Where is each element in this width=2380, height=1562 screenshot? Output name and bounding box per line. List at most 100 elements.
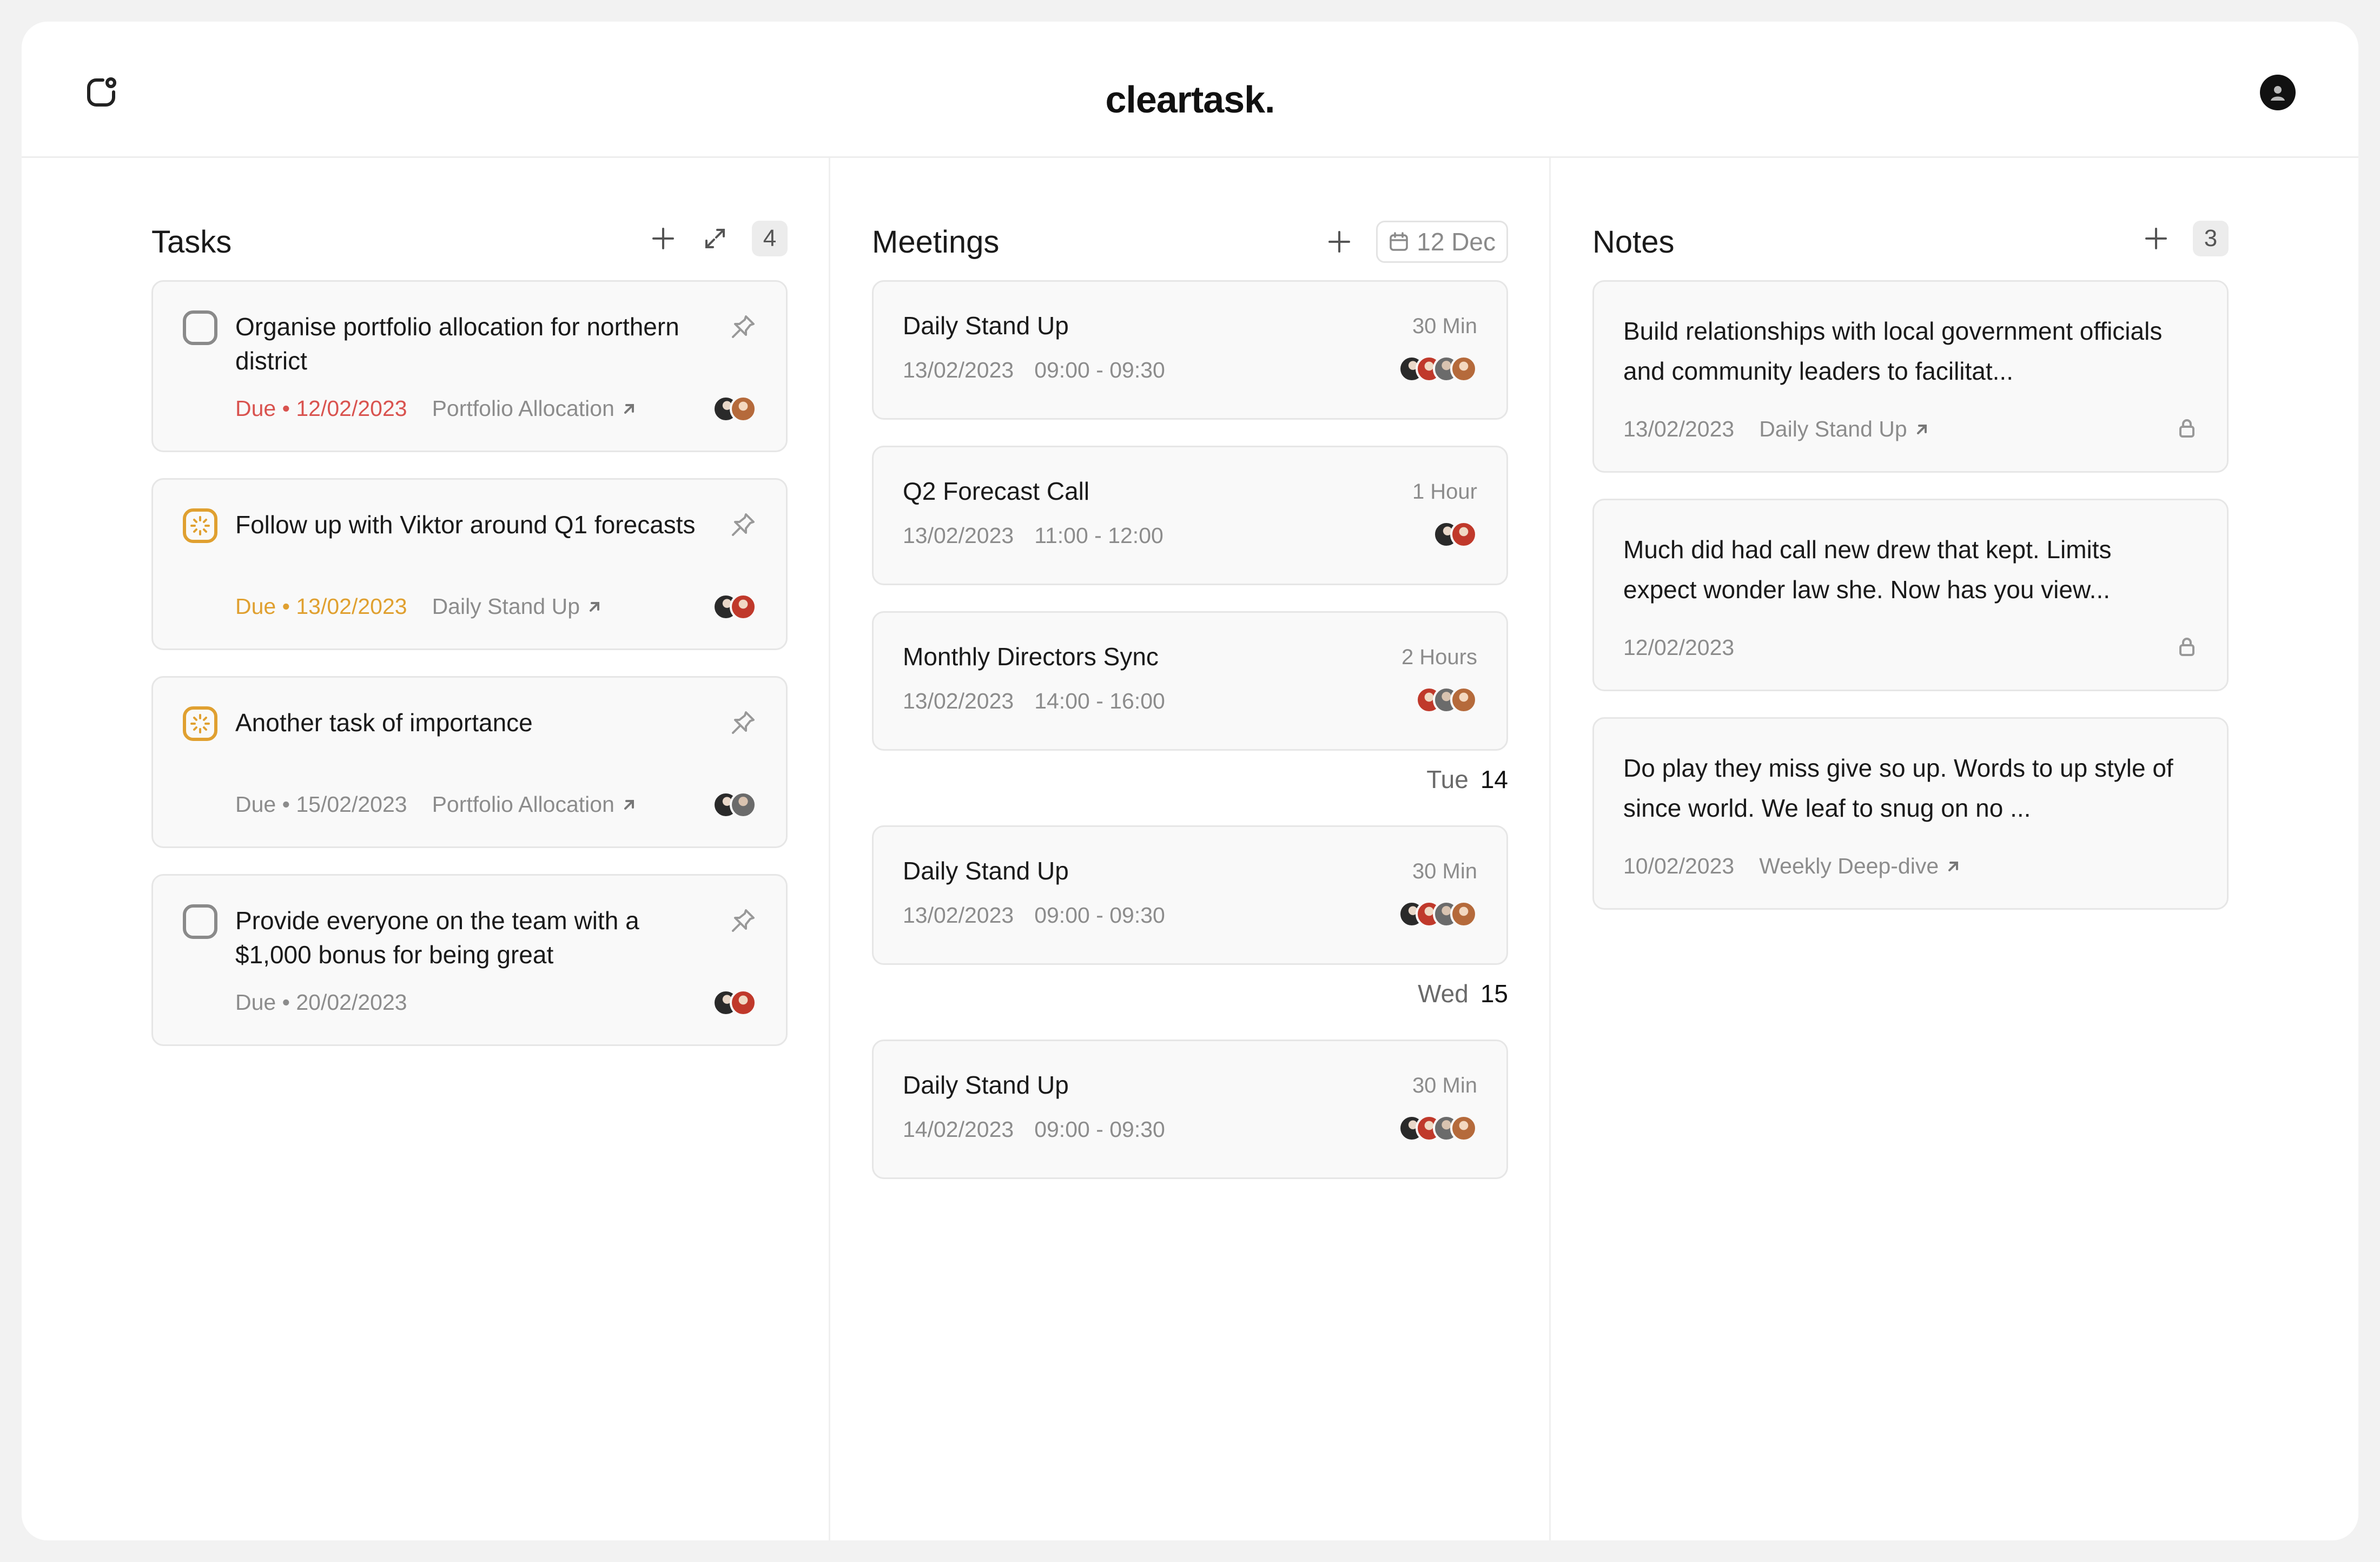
task-card[interactable]: Provide everyone on the team with a $1,0…	[151, 874, 788, 1046]
in-progress-checkbox[interactable]	[182, 508, 218, 544]
arrow-up-right-icon	[1916, 424, 1927, 434]
top-bar: cleartask.	[22, 22, 2358, 158]
date-picker-button[interactable]: 12 Dec	[1376, 221, 1508, 263]
expand-icon[interactable]	[700, 223, 730, 254]
due-date: Due • 13/02/2023	[235, 594, 407, 619]
checkbox[interactable]	[182, 904, 218, 939]
pin-icon[interactable]	[730, 511, 757, 538]
meeting-title: Daily Stand Up	[903, 1071, 1069, 1099]
day-name: Tue	[1426, 765, 1469, 793]
meeting-date: 13/02/2023	[903, 903, 1014, 928]
day-separator: Tue 14	[872, 765, 1508, 825]
meeting-date: 13/02/2023	[903, 358, 1014, 382]
meeting-card[interactable]: Daily Stand Up 30 Min 14/02/2023 09:00 -…	[872, 1040, 1508, 1179]
meeting-title: Q2 Forecast Call	[903, 477, 1090, 505]
tasks-count-badge: 4	[752, 221, 788, 256]
arrow-up-right-icon	[590, 601, 600, 612]
lock-icon	[2176, 417, 2198, 439]
avatar	[730, 395, 757, 422]
meeting-card[interactable]: Q2 Forecast Call 1 Hour 13/02/2023 11:00…	[872, 446, 1508, 585]
add-meeting-button[interactable]	[1324, 227, 1354, 257]
meeting-date: 13/02/2023	[903, 689, 1014, 713]
arrow-up-right-icon	[624, 403, 634, 414]
meeting-duration: 30 Min	[1412, 859, 1477, 883]
meeting-time: 09:00 - 09:30	[1034, 1117, 1165, 1142]
pin-icon[interactable]	[730, 907, 757, 934]
meeting-title: Monthly Directors Sync	[903, 643, 1159, 671]
add-task-button[interactable]	[648, 223, 678, 254]
day-separator: Wed 15	[872, 979, 1508, 1040]
meeting-time: 11:00 - 12:00	[1034, 523, 1163, 548]
note-body: Much did had call new drew that kept. Li…	[1623, 535, 2112, 604]
pin-icon[interactable]	[730, 709, 757, 736]
meeting-duration: 30 Min	[1412, 314, 1477, 338]
column-divider	[1549, 158, 1551, 1540]
meeting-title: Daily Stand Up	[903, 857, 1069, 885]
arrow-up-right-icon	[1948, 861, 1959, 871]
meeting-date: 14/02/2023	[903, 1117, 1014, 1142]
avatar	[1450, 521, 1477, 548]
column-divider	[829, 158, 830, 1540]
meeting-duration: 2 Hours	[1401, 645, 1477, 669]
linked-item-link[interactable]: Daily Stand Up	[1759, 416, 1929, 442]
brand-title: cleartask.	[1105, 78, 1275, 121]
tasks-column: Tasks 4 Organise portfolio allocation fo…	[151, 158, 788, 1072]
linked-item-link[interactable]: Daily Stand Up	[432, 594, 603, 619]
linked-item-link[interactable]: Portfolio Allocation	[432, 792, 637, 817]
avatar	[730, 989, 757, 1016]
add-note-button[interactable]	[2141, 223, 2171, 254]
note-date: 12/02/2023	[1623, 635, 1735, 660]
pin-icon[interactable]	[730, 313, 757, 340]
avatar	[1450, 355, 1477, 382]
day-number: 14	[1480, 765, 1508, 793]
task-card[interactable]: Follow up with Viktor around Q1 forecast…	[151, 478, 788, 650]
note-card[interactable]: Do play they miss give so up. Words to u…	[1592, 717, 2229, 910]
note-card[interactable]: Build relationships with local governmen…	[1592, 280, 2229, 473]
task-card[interactable]: Organise portfolio allocation for northe…	[151, 280, 788, 452]
task-title: Follow up with Viktor around Q1 forecast…	[235, 511, 696, 539]
notes-count-badge: 3	[2193, 221, 2229, 256]
attendee-avatars	[1398, 901, 1477, 928]
attendee-avatars	[1398, 1115, 1477, 1142]
in-progress-checkbox[interactable]	[182, 706, 218, 742]
day-number: 15	[1480, 979, 1508, 1008]
meeting-time: 14:00 - 16:00	[1034, 689, 1165, 713]
linked-item-link[interactable]: Portfolio Allocation	[432, 396, 637, 421]
due-date: Due • 12/02/2023	[235, 396, 407, 421]
meeting-card[interactable]: Monthly Directors Sync 2 Hours 13/02/202…	[872, 611, 1508, 751]
due-date: Due • 20/02/2023	[235, 990, 407, 1015]
note-date: 13/02/2023	[1623, 416, 1735, 441]
note-card[interactable]: Much did had call new drew that kept. Li…	[1592, 499, 2229, 691]
assignee-avatars	[712, 989, 757, 1016]
app-window: cleartask. Tasks 4 Organise portfolio al…	[22, 22, 2358, 1540]
tasks-title: Tasks	[151, 224, 232, 260]
task-card[interactable]: Another task of importance Due • 15/02/2…	[151, 676, 788, 848]
meetings-column: Meetings 12 Dec Daily Stand Up 30 Min 13…	[872, 158, 1508, 1205]
linked-item-link[interactable]: Weekly Deep-dive	[1759, 853, 1961, 879]
assignee-avatars	[712, 395, 757, 422]
due-date: Due • 15/02/2023	[235, 792, 407, 817]
user-avatar[interactable]	[2260, 75, 2296, 110]
tasks-header: Tasks 4	[151, 158, 788, 280]
assignee-avatars	[712, 593, 757, 620]
meetings-title: Meetings	[872, 224, 1000, 260]
avatar	[1450, 686, 1477, 713]
attendee-avatars	[1416, 686, 1477, 713]
meeting-title: Daily Stand Up	[903, 312, 1069, 340]
note-body: Do play they miss give so up. Words to u…	[1623, 754, 2173, 822]
meeting-card[interactable]: Daily Stand Up 30 Min 13/02/2023 09:00 -…	[872, 825, 1508, 965]
avatar	[730, 593, 757, 620]
task-title: Provide everyone on the team with a $1,0…	[235, 906, 639, 969]
avatar	[1450, 1115, 1477, 1142]
notes-header: Notes 3	[1592, 158, 2229, 280]
day-name: Wed	[1418, 979, 1469, 1008]
meeting-date: 13/02/2023	[903, 523, 1014, 548]
arrow-up-right-icon	[624, 799, 634, 810]
checkbox[interactable]	[182, 310, 218, 346]
meeting-duration: 30 Min	[1412, 1074, 1477, 1097]
attendee-avatars	[1433, 521, 1477, 548]
calendar-icon	[1390, 232, 1408, 251]
meeting-time: 09:00 - 09:30	[1034, 358, 1165, 382]
meeting-card[interactable]: Daily Stand Up 30 Min 13/02/2023 09:00 -…	[872, 280, 1508, 420]
task-title: Organise portfolio allocation for northe…	[235, 313, 679, 375]
